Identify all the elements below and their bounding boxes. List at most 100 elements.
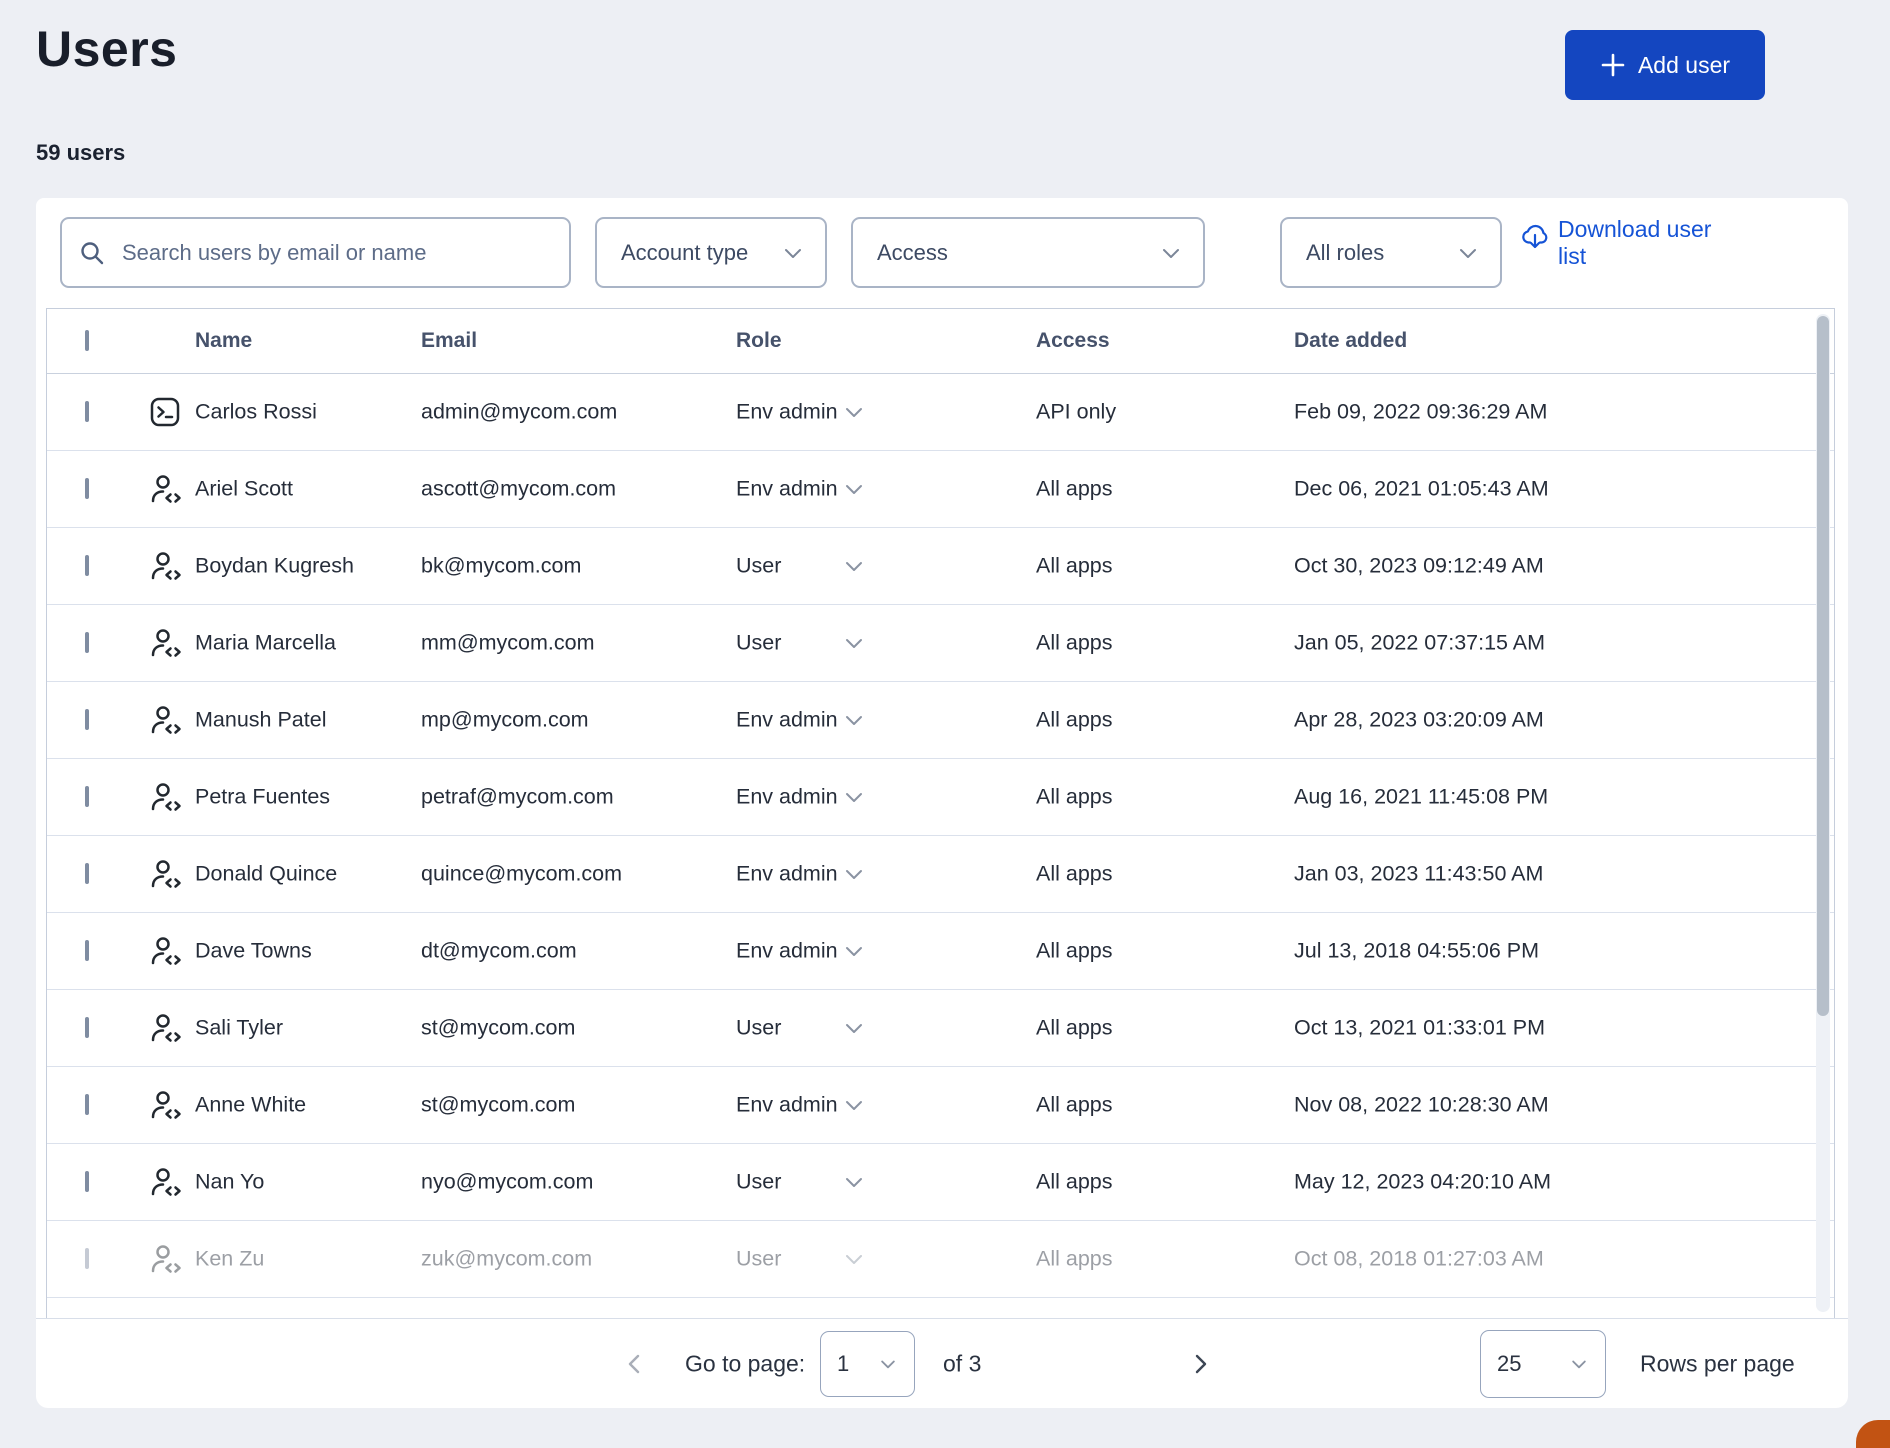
table-header-row: Name Email Role Access Date added (47, 309, 1834, 374)
user-name: Maria Marcella (195, 631, 336, 656)
page-count-label: of 3 (943, 1350, 981, 1377)
row-checkbox[interactable] (85, 403, 89, 421)
role-dropdown[interactable]: Env admin (736, 862, 838, 887)
roles-dropdown[interactable]: All roles (1280, 217, 1502, 288)
user-code-icon (148, 935, 182, 967)
user-email: mp@mycom.com (421, 708, 589, 733)
table-row: Petra Fuentes petraf@mycom.com Env admin… (47, 759, 1834, 836)
user-access: All apps (1036, 939, 1113, 964)
next-page-button[interactable] (1186, 1350, 1214, 1378)
user-access: All apps (1036, 1247, 1113, 1272)
add-user-label: Add user (1638, 52, 1730, 79)
chevron-down-icon (878, 1354, 898, 1374)
chevron-down-icon[interactable] (842, 1016, 866, 1040)
chevron-down-icon (1456, 241, 1480, 265)
user-email: dt@mycom.com (421, 939, 577, 964)
role-dropdown[interactable]: Env admin (736, 785, 838, 810)
rows-per-page-select[interactable]: 25 (1480, 1330, 1606, 1398)
terminal-icon (149, 396, 181, 428)
user-email: st@mycom.com (421, 1093, 575, 1118)
select-all-checkbox[interactable] (85, 332, 89, 350)
column-header-access: Access (1036, 329, 1110, 353)
chevron-down-icon[interactable] (842, 400, 866, 424)
row-checkbox[interactable] (85, 634, 89, 652)
user-access: All apps (1036, 785, 1113, 810)
user-date-added: Dec 06, 2021 01:05:43 AM (1294, 477, 1549, 502)
chevron-down-icon[interactable] (842, 862, 866, 886)
role-dropdown[interactable]: Env admin (736, 708, 838, 733)
plus-icon (1600, 52, 1626, 78)
table-row: Ken Zu zuk@mycom.com User All apps Oct 0… (47, 1221, 1834, 1298)
role-dropdown[interactable]: User (736, 1016, 781, 1041)
chevron-down-icon[interactable] (842, 631, 866, 655)
user-access: API only (1036, 400, 1116, 425)
account-type-dropdown[interactable]: Account type (595, 217, 827, 288)
user-code-icon (148, 858, 182, 890)
user-date-added: Aug 16, 2021 11:45:08 PM (1294, 785, 1548, 810)
table-body: Carlos Rossi admin@mycom.com Env admin A… (47, 374, 1834, 1298)
row-checkbox[interactable] (85, 711, 89, 729)
chevron-down-icon[interactable] (842, 708, 866, 732)
rows-per-page-label: Rows per page (1640, 1350, 1795, 1377)
chevron-down-icon[interactable] (842, 1170, 866, 1194)
chevron-down-icon[interactable] (842, 477, 866, 501)
users-table: Name Email Role Access Date added (46, 308, 1835, 1318)
search-input[interactable] (120, 239, 553, 267)
user-date-added: Feb 09, 2022 09:36:29 AM (1294, 400, 1547, 425)
role-dropdown[interactable]: Env admin (736, 477, 838, 502)
chevron-down-icon[interactable] (842, 939, 866, 963)
scrollbar-thumb[interactable] (1817, 316, 1829, 1016)
user-code-icon (148, 627, 182, 659)
table-row: Ariel Scott ascott@mycom.com Env admin A… (47, 451, 1834, 528)
role-dropdown[interactable]: Env admin (736, 1093, 838, 1118)
user-access: All apps (1036, 862, 1113, 887)
chevron-down-icon[interactable] (842, 785, 866, 809)
user-date-added: Apr 28, 2023 03:20:09 AM (1294, 708, 1544, 733)
access-dropdown[interactable]: Access (851, 217, 1205, 288)
current-page-value: 1 (837, 1351, 849, 1377)
add-user-button[interactable]: Add user (1565, 30, 1765, 100)
user-code-icon (148, 473, 182, 505)
row-checkbox[interactable] (85, 480, 89, 498)
page-select[interactable]: 1 (820, 1331, 915, 1397)
row-checkbox[interactable] (85, 1019, 89, 1037)
user-name: Nan Yo (195, 1170, 264, 1195)
table-row: Carlos Rossi admin@mycom.com Env admin A… (47, 374, 1834, 451)
user-email: admin@mycom.com (421, 400, 617, 425)
user-access: All apps (1036, 708, 1113, 733)
role-dropdown[interactable]: User (736, 1170, 781, 1195)
user-email: petraf@mycom.com (421, 785, 614, 810)
table-row: Dave Towns dt@mycom.com Env admin All ap… (47, 913, 1834, 990)
previous-page-button[interactable] (621, 1350, 649, 1378)
user-email: st@mycom.com (421, 1016, 575, 1041)
download-user-list-link[interactable]: Download user list (1520, 216, 1820, 270)
column-header-date-added: Date added (1294, 329, 1407, 353)
search-icon (78, 239, 106, 267)
user-name: Donald Quince (195, 862, 337, 887)
user-date-added: May 12, 2023 04:20:10 AM (1294, 1170, 1551, 1195)
row-checkbox[interactable] (85, 557, 89, 575)
chevron-down-icon[interactable] (842, 1247, 866, 1271)
role-dropdown[interactable]: User (736, 554, 781, 579)
row-checkbox[interactable] (85, 1173, 89, 1191)
access-label: Access (877, 240, 948, 266)
role-dropdown[interactable]: User (736, 631, 781, 656)
row-checkbox[interactable] (85, 788, 89, 806)
row-checkbox[interactable] (85, 1250, 89, 1268)
table-scrollbar (1816, 314, 1830, 1312)
user-code-icon (148, 704, 182, 736)
chevron-down-icon[interactable] (842, 554, 866, 578)
role-dropdown[interactable]: User (736, 1247, 781, 1272)
role-dropdown[interactable]: Env admin (736, 400, 838, 425)
row-checkbox[interactable] (85, 942, 89, 960)
row-checkbox[interactable] (85, 1096, 89, 1114)
column-header-email: Email (421, 329, 477, 353)
row-checkbox[interactable] (85, 865, 89, 883)
chevron-down-icon[interactable] (842, 1093, 866, 1117)
user-code-icon (148, 1243, 182, 1275)
table-row: Nan Yo nyo@mycom.com User All apps May 1… (47, 1144, 1834, 1221)
user-name: Anne White (195, 1093, 306, 1118)
column-header-name: Name (195, 329, 252, 353)
user-date-added: Oct 08, 2018 01:27:03 AM (1294, 1247, 1544, 1272)
role-dropdown[interactable]: Env admin (736, 939, 838, 964)
